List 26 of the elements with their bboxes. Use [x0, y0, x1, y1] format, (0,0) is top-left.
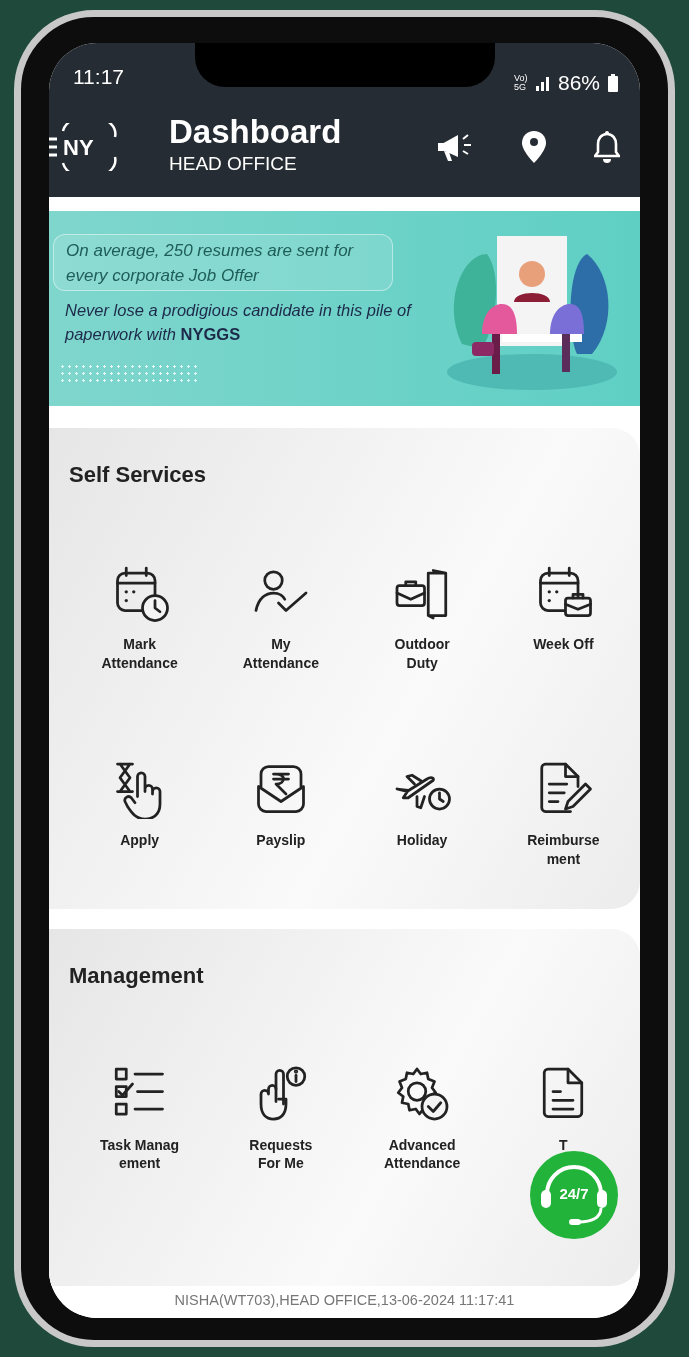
tile-label[interactable]: Apply	[120, 830, 160, 850]
status-time: 11:17	[73, 64, 124, 90]
tile-label[interactable]: Reimburse ment	[527, 830, 600, 869]
battery-percent: 86%	[557, 70, 600, 97]
banner-text: Never lose a prodigious candidate in this pile of paperwork with NYGGS	[63, 300, 414, 346]
tile-label[interactable]: Payslip	[256, 830, 306, 850]
location-pin-button[interactable]	[522, 131, 546, 163]
company-logo: NY	[49, 123, 121, 171]
megaphone-button[interactable]	[436, 131, 474, 163]
signal-icon	[535, 75, 550, 91]
tile-label[interactable]: Mark Attendance	[101, 635, 178, 673]
tile-label[interactable]: Advanced Attendance	[384, 1135, 461, 1174]
tile-label[interactable]: Holiday	[396, 830, 448, 850]
screen-title: Dashboard	[169, 115, 343, 151]
network-label: Vo) 5G	[513, 74, 528, 92]
tile-label[interactable]: Week Off	[533, 635, 594, 654]
notification-bell-button[interactable]	[594, 131, 620, 163]
tile-label[interactable]: Requests For Me	[249, 1135, 313, 1174]
tile-label[interactable]: My Attendance	[242, 635, 319, 673]
section-title: Management	[69, 961, 205, 990]
tile-label[interactable]: Outdoor Duty	[394, 635, 450, 673]
tile-label[interactable]: Task Manag ement	[100, 1135, 180, 1174]
office-subtitle: HEAD OFFICE	[169, 152, 298, 177]
battery-icon	[608, 74, 618, 92]
banner-text: On average, 250 resumes are sent for every corporate Job Offer	[53, 233, 393, 292]
section-title: Self Services	[69, 461, 207, 489]
